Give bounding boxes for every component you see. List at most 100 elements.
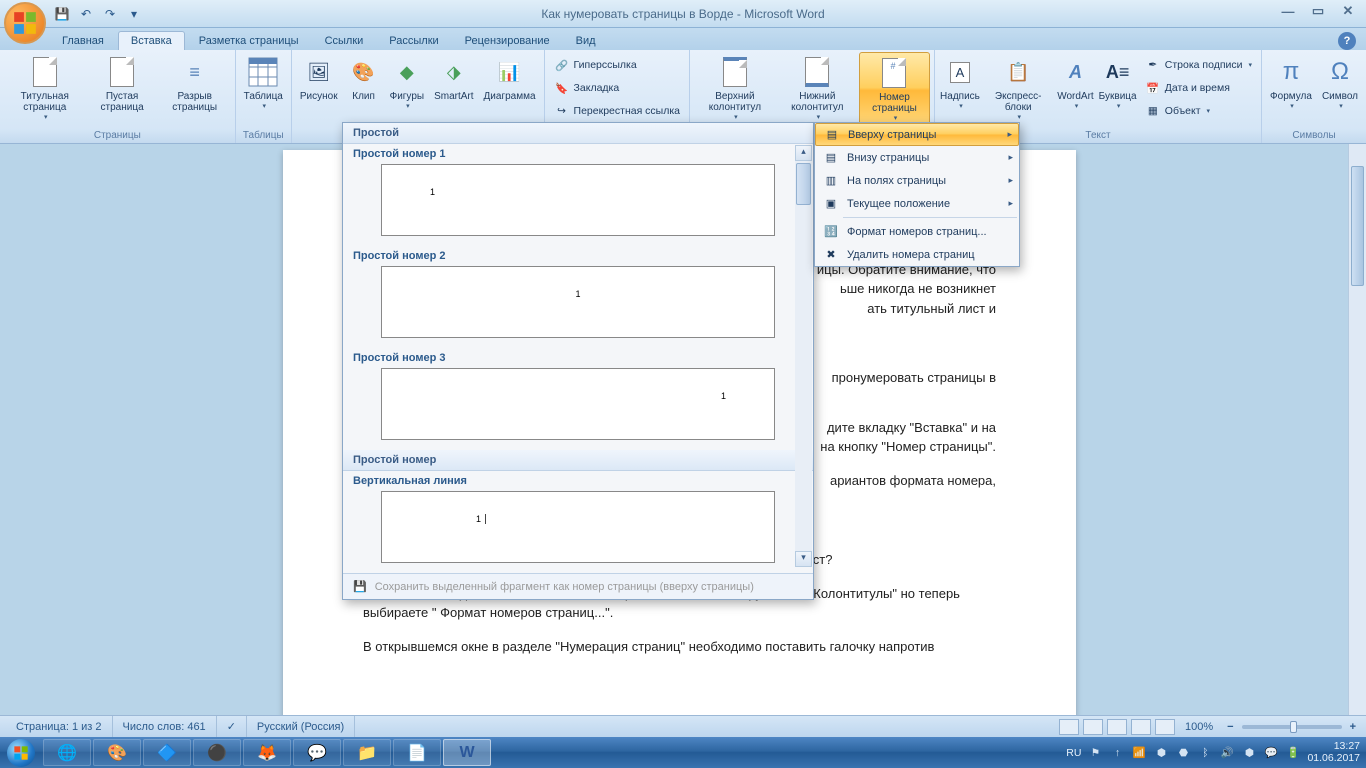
gallery-scrollbar[interactable]: ▴ ▾ <box>795 145 812 567</box>
tab-home[interactable]: Главная <box>50 32 116 50</box>
tray-icon[interactable]: 💬 <box>1263 745 1279 761</box>
tab-mailings[interactable]: Рассылки <box>377 32 450 50</box>
tray-network-icon[interactable]: 📶 <box>1131 745 1147 761</box>
quick-parts-button[interactable]: 📋Экспресс-блоки <box>983 52 1054 126</box>
status-proofing[interactable]: ✓ <box>217 716 247 737</box>
doc-text: ать титульный лист и <box>783 299 996 319</box>
doc-text: В открывшемся окне в разделе "Нумерация … <box>363 637 996 657</box>
gallery-save-selection: 💾 Сохранить выделенный фрагмент как номе… <box>343 573 813 599</box>
object-button[interactable]: ▦Объект <box>1142 100 1255 122</box>
smartart-button[interactable]: ⬗SmartArt <box>430 52 477 126</box>
start-button[interactable] <box>0 737 42 768</box>
gallery-item-4[interactable]: Вертикальная линия 1 <box>343 471 813 573</box>
zoom-slider[interactable] <box>1242 725 1342 729</box>
picture-button[interactable]: 🖼Рисунок <box>296 52 342 126</box>
bookmark-button[interactable]: 🔖Закладка <box>551 77 683 99</box>
view-print-layout[interactable] <box>1059 719 1079 735</box>
cover-page-button[interactable]: Титульная страница <box>4 52 85 126</box>
table-button[interactable]: Таблица <box>240 52 287 126</box>
window-controls: ― ▭ ✕ <box>1274 2 1362 20</box>
wordart-button[interactable]: AWordArt <box>1055 52 1095 126</box>
close-button[interactable]: ✕ <box>1334 2 1362 20</box>
equation-button[interactable]: πФормула <box>1266 52 1316 126</box>
tab-references[interactable]: Ссылки <box>313 32 376 50</box>
footer-button[interactable]: Нижний колонтитул <box>778 52 857 126</box>
taskbar-chrome[interactable]: 🌐 <box>43 739 91 766</box>
tab-insert[interactable]: Вставка <box>118 31 185 50</box>
taskbar-explorer[interactable]: 📁 <box>343 739 391 766</box>
zoom-out-button[interactable]: − <box>1223 721 1237 733</box>
taskbar-word[interactable]: W <box>443 739 491 766</box>
tray-battery-icon[interactable]: 🔋 <box>1285 745 1301 761</box>
tray-bluetooth-icon[interactable]: ᛒ <box>1197 745 1213 761</box>
gallery-item-2[interactable]: Простой номер 2 1 <box>343 246 813 348</box>
office-button[interactable] <box>4 2 46 44</box>
chart-button[interactable]: 📊Диаграмма <box>480 52 540 126</box>
tray-icon[interactable]: ↑ <box>1109 745 1125 761</box>
scroll-up-button[interactable]: ▴ <box>795 145 812 161</box>
view-full-screen[interactable] <box>1083 719 1103 735</box>
date-time-button[interactable]: 📅Дата и время <box>1142 77 1255 99</box>
minimize-button[interactable]: ― <box>1274 2 1302 20</box>
tray-icon[interactable]: ⬢ <box>1241 745 1257 761</box>
taskbar-firefox[interactable]: 🦊 <box>243 739 291 766</box>
tab-view[interactable]: Вид <box>564 32 608 50</box>
status-page[interactable]: Страница: 1 из 2 <box>6 716 113 737</box>
tray-icon[interactable]: ⬣ <box>1175 745 1191 761</box>
page-break-button[interactable]: ≡Разрыв страницы <box>159 52 231 126</box>
status-word-count[interactable]: Число слов: 461 <box>113 716 217 737</box>
zoom-level[interactable]: 100% <box>1185 721 1213 733</box>
tray-action-center-icon[interactable]: ⚑ <box>1087 745 1103 761</box>
view-outline[interactable] <box>1131 719 1151 735</box>
header-button[interactable]: Верхний колонтитул <box>694 52 776 126</box>
redo-button[interactable]: ↷ <box>100 4 120 24</box>
help-button[interactable]: ? <box>1338 32 1356 50</box>
tray-volume-icon[interactable]: 🔊 <box>1219 745 1235 761</box>
scrollbar-thumb[interactable] <box>1351 166 1364 286</box>
submenu-page-margins[interactable]: ▥На полях страницы▸ <box>815 169 1019 192</box>
taskbar-notepad[interactable]: 📄 <box>393 739 441 766</box>
shapes-button[interactable]: ◆Фигуры <box>386 52 428 126</box>
hyperlink-button[interactable]: 🔗Гиперссылка <box>551 54 683 76</box>
qat-customize[interactable]: ▾ <box>124 4 144 24</box>
textbox-button[interactable]: AНадпись <box>939 52 981 126</box>
zoom-in-button[interactable]: + <box>1346 721 1360 733</box>
scrollbar-thumb[interactable] <box>796 163 811 205</box>
tab-page-layout[interactable]: Разметка страницы <box>187 32 311 50</box>
signature-line-button[interactable]: ✒Строка подписи <box>1142 54 1255 76</box>
symbol-icon: Ω <box>1331 58 1349 86</box>
submenu-format-page-numbers[interactable]: 🔢Формат номеров страниц... <box>815 220 1019 243</box>
save-button[interactable]: 💾 <box>52 4 72 24</box>
vertical-scrollbar[interactable] <box>1348 144 1366 715</box>
drop-cap-button[interactable]: A≡Буквица <box>1097 52 1137 126</box>
tab-review[interactable]: Рецензирование <box>453 32 562 50</box>
submenu-current-position[interactable]: ▣Текущее положение▸ <box>815 192 1019 215</box>
taskbar-app2[interactable]: ⚫ <box>193 739 241 766</box>
submenu-bottom-of-page[interactable]: ▤Внизу страницы▸ <box>815 146 1019 169</box>
taskbar-paint[interactable]: 🎨 <box>93 739 141 766</box>
submenu-remove-page-numbers[interactable]: ✖Удалить номера страниц <box>815 243 1019 266</box>
tray-icon[interactable]: ⬢ <box>1153 745 1169 761</box>
symbol-button[interactable]: ΩСимвол <box>1318 52 1362 126</box>
status-language[interactable]: Русский (Россия) <box>247 716 355 737</box>
wordart-icon: A <box>1069 62 1082 83</box>
view-draft[interactable] <box>1155 719 1175 735</box>
zoom-slider-knob[interactable] <box>1290 721 1297 733</box>
scroll-down-button[interactable]: ▾ <box>795 551 812 567</box>
taskbar-app1[interactable]: 🔷 <box>143 739 191 766</box>
page-number-button[interactable]: #Номер страницы <box>859 52 930 126</box>
blank-page-button[interactable]: Пустая страница <box>87 52 156 126</box>
quick-parts-icon: 📋 <box>1007 62 1029 83</box>
taskbar-viber[interactable]: 💬 <box>293 739 341 766</box>
view-web-layout[interactable] <box>1107 719 1127 735</box>
tray-clock[interactable]: 13:27 01.06.2017 <box>1307 741 1360 764</box>
submenu-top-of-page[interactable]: ▤Вверху страницы▸ <box>815 123 1019 146</box>
gallery-item-3[interactable]: Простой номер 3 1 <box>343 348 813 450</box>
office-logo-icon <box>12 10 38 36</box>
clipart-button[interactable]: 🎨Клип <box>344 52 384 126</box>
tray-language[interactable]: RU <box>1066 747 1081 759</box>
cross-reference-button[interactable]: ↪Перекрестная ссылка <box>551 100 683 122</box>
maximize-button[interactable]: ▭ <box>1304 2 1332 20</box>
undo-button[interactable]: ↶ <box>76 4 96 24</box>
gallery-item-1[interactable]: Простой номер 1 1 <box>343 144 813 246</box>
